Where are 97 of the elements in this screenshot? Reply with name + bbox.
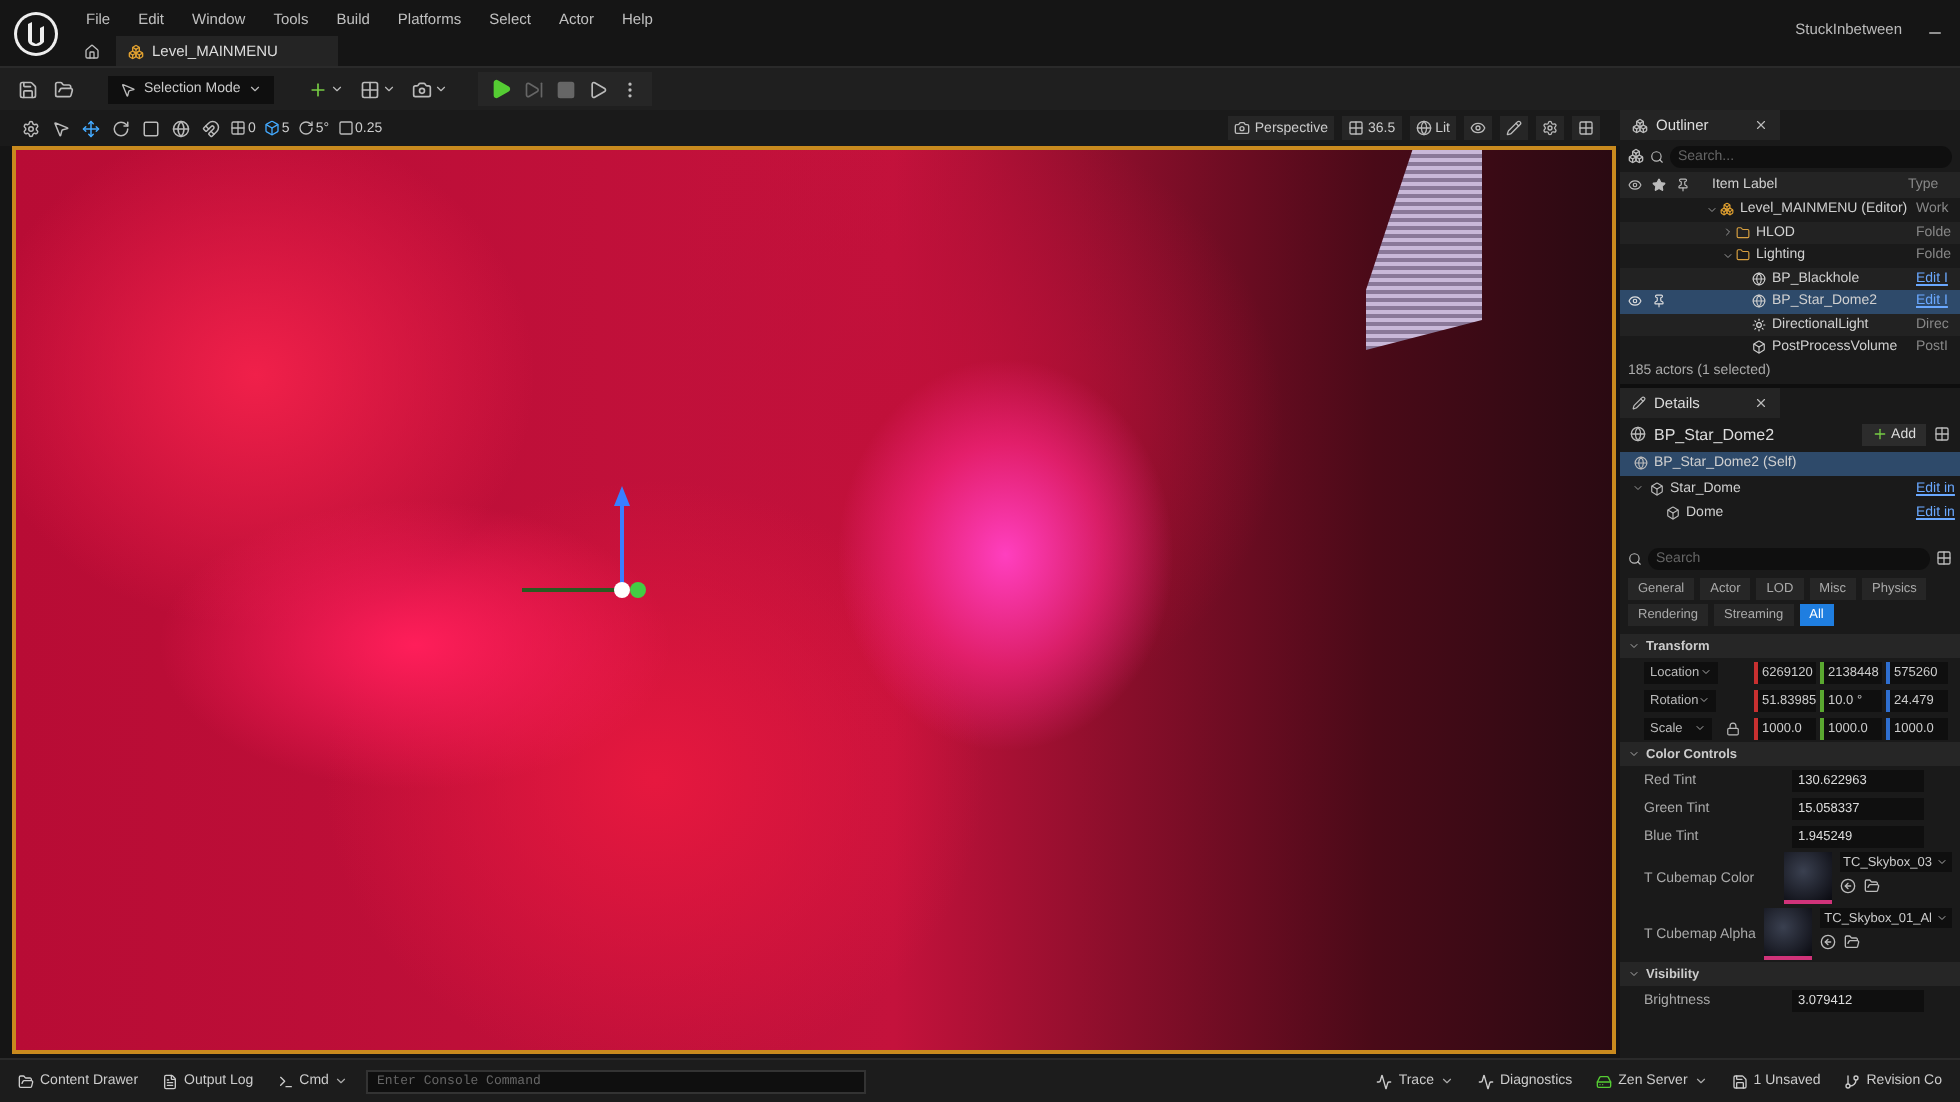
pointer-icon	[52, 119, 70, 137]
camera-icon	[1234, 120, 1251, 136]
folder-icon	[1736, 225, 1750, 240]
level-icon	[128, 43, 144, 59]
expander-icon[interactable]	[1722, 249, 1734, 262]
scalability-button[interactable]	[1500, 116, 1528, 140]
chevron-icon	[1439, 1074, 1454, 1088]
expander-icon[interactable]	[1722, 226, 1734, 239]
save-button[interactable]	[16, 77, 40, 101]
eye-icon	[1628, 178, 1642, 192]
close-icon	[1754, 395, 1768, 409]
select-tool[interactable]	[50, 117, 72, 139]
surface-snap[interactable]	[200, 117, 222, 139]
cinematics-button[interactable]	[410, 77, 451, 101]
save-icon	[18, 79, 38, 99]
nebula-render[interactable]	[12, 146, 1616, 1054]
viewport-menu-button[interactable]	[20, 117, 42, 139]
engine-logo	[12, 9, 60, 57]
folder-icon	[1736, 248, 1750, 263]
snap-icon	[297, 120, 314, 136]
rotate-icon	[112, 119, 130, 137]
chevron-icon	[330, 82, 345, 96]
pin-icon	[1676, 178, 1690, 192]
actor-name: BP_Star_Dome2	[1654, 425, 1777, 443]
pencil-icon	[1632, 395, 1646, 409]
close-icon	[1754, 118, 1768, 132]
chevron-icon	[434, 82, 449, 96]
use-selected-icon	[1839, 878, 1856, 894]
chevron-icon	[1694, 722, 1706, 734]
grid-icon	[1578, 120, 1594, 136]
folder-icon	[54, 79, 74, 99]
component-icon	[1634, 456, 1648, 471]
chevron-icon	[1698, 694, 1711, 706]
chevron-icon	[334, 1074, 349, 1088]
show-button[interactable]	[1464, 116, 1492, 140]
scale-icon	[142, 119, 160, 137]
eye-icon	[1470, 120, 1486, 136]
texture-thumbnail[interactable]	[1764, 908, 1813, 960]
expander-icon[interactable]	[1706, 203, 1718, 216]
pointer-icon	[120, 81, 136, 97]
chevron-icon	[1628, 640, 1640, 652]
rotate-tool[interactable]	[110, 117, 132, 139]
chevron-icon	[1693, 1074, 1708, 1088]
stop-icon	[556, 79, 577, 99]
level-icon	[1720, 202, 1734, 217]
lock-icon[interactable]	[1726, 721, 1740, 735]
play-icon	[490, 78, 513, 100]
table-icon	[1936, 550, 1952, 566]
eye-icon	[1628, 294, 1642, 309]
texture-thumbnail[interactable]	[1783, 852, 1832, 904]
plus-icon	[308, 79, 329, 99]
move-tool[interactable]	[80, 117, 102, 139]
browse-button[interactable]	[52, 77, 76, 101]
chevron-icon	[1936, 856, 1948, 868]
search-icon	[1650, 149, 1664, 163]
chevron-icon	[248, 82, 263, 96]
browse-icon	[1844, 934, 1861, 950]
volume-icon	[1752, 340, 1766, 355]
settings-button[interactable]	[1536, 116, 1564, 140]
globe-icon	[172, 119, 190, 137]
play-button[interactable]	[488, 76, 515, 102]
pencil-icon	[1506, 120, 1522, 136]
chevron-icon	[1936, 912, 1948, 924]
chevron-icon	[382, 82, 397, 96]
move-icon	[82, 119, 100, 137]
trace-icon	[1376, 1073, 1393, 1089]
log-icon	[162, 1073, 179, 1089]
pin-icon	[1652, 294, 1666, 309]
search-icon	[1628, 551, 1642, 565]
blueprint-button[interactable]	[358, 77, 399, 101]
add-actor-button[interactable]	[306, 77, 347, 101]
scale-tool[interactable]	[140, 117, 162, 139]
star-icon	[1652, 178, 1666, 192]
step-icon	[524, 79, 545, 99]
snap-icon	[263, 120, 280, 136]
browse-icon	[1863, 878, 1880, 894]
world-toggle[interactable]	[170, 117, 192, 139]
home-icon	[84, 43, 100, 59]
component-icon	[1666, 506, 1680, 521]
expander-icon[interactable]	[1632, 482, 1644, 495]
sphere-icon	[1415, 120, 1432, 136]
chevron-icon	[1699, 666, 1712, 678]
magnet-icon	[202, 119, 220, 137]
use-selected-icon	[1820, 934, 1837, 950]
chevron-icon	[1628, 748, 1640, 760]
snap-icon	[230, 120, 246, 136]
component-icon	[1650, 481, 1664, 496]
cmd-icon	[277, 1073, 294, 1089]
light-icon	[1752, 317, 1766, 332]
snap-icon	[337, 120, 354, 136]
settings-icon	[22, 119, 40, 137]
layout-button[interactable]	[1572, 116, 1600, 140]
settings-icon	[1542, 120, 1558, 136]
save-icon	[1731, 1073, 1748, 1089]
step-button[interactable]	[522, 77, 547, 101]
chevron-icon	[1628, 968, 1640, 980]
plus-icon	[1871, 426, 1888, 442]
